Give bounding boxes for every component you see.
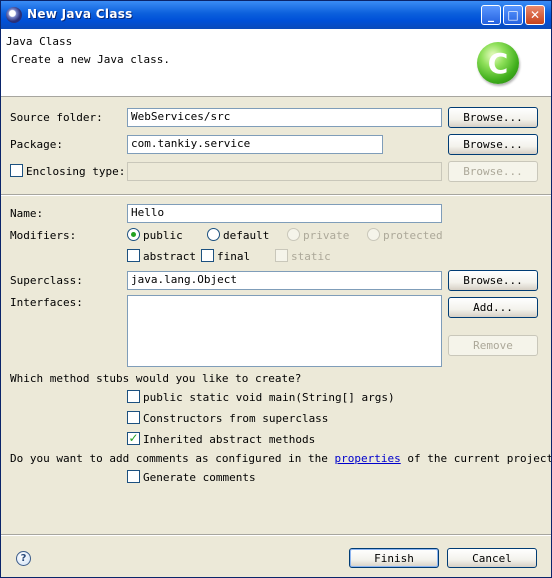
superclass-input[interactable]: java.lang.Object [127,271,442,290]
window-title: New Java Class [27,7,133,21]
abstract-checkbox[interactable] [127,249,140,262]
source-folder-label: Source folder: [10,111,103,124]
constructors-checkbox[interactable] [127,411,140,424]
enclosing-type-checkbox[interactable] [10,164,23,177]
enclosing-type-label: Enclosing type: [26,165,126,178]
help-icon[interactable]: ? [16,551,31,566]
new-java-class-dialog: New Java Class _ □ ✕ Java Class Create a… [0,0,552,578]
private-radio [287,228,300,241]
cancel-button[interactable]: Cancel [447,548,537,568]
main-method-label: public static void main(String[] args) [143,391,395,404]
footer-separator [1,534,551,536]
interfaces-list[interactable] [127,295,442,367]
enclosing-type-browse-button: Browse... [448,161,538,182]
static-checkbox [275,249,288,262]
default-radio[interactable] [207,228,220,241]
interfaces-label: Interfaces: [10,296,83,309]
check-mark-icon: ✓ [128,431,139,445]
static-label: static [291,250,331,263]
inherited-abstract-checkbox[interactable]: ✓ [127,431,140,445]
package-label: Package: [10,138,63,151]
name-label: Name: [10,207,44,220]
source-folder-browse-button[interactable]: Browse... [448,107,538,128]
wizard-description: Create a new Java class. [11,53,170,66]
enclosing-type-input [127,162,442,181]
protected-radio [367,228,380,241]
protected-label: protected [383,229,443,242]
final-checkbox[interactable] [201,249,214,262]
name-input[interactable]: Hello [127,204,442,223]
generate-comments-label: Generate comments [143,471,256,484]
private-label: private [303,229,350,242]
main-method-checkbox[interactable] [127,390,140,403]
java-class-logo-icon: C [477,42,519,84]
remove-interface-button: Remove [448,335,538,356]
comments-question: Do you want to add comments as configure… [10,452,552,465]
wizard-title: Java Class [6,35,73,48]
public-label: public [143,229,183,242]
properties-link[interactable]: properties [335,452,401,465]
eclipse-icon [6,7,22,23]
comments-question-tail: of the current project? [400,452,552,465]
superclass-browse-button[interactable]: Browse... [448,270,538,291]
method-stubs-question: Which method stubs would you like to cre… [10,372,302,385]
maximize-button[interactable]: □ [503,5,523,25]
comments-question-text: Do you want to add comments as configure… [10,452,335,465]
wizard-header: Java Class Create a new Java class. C [1,29,551,97]
radio-selected-dot [131,232,136,237]
final-label: final [217,250,251,263]
separator [1,194,551,196]
source-folder-input[interactable]: WebServices/src [127,108,442,127]
package-input[interactable]: com.tankiy.service [127,135,383,154]
generate-comments-checkbox[interactable] [127,470,140,483]
superclass-label: Superclass: [10,274,83,287]
inherited-abstract-label: Inherited abstract methods [143,433,316,446]
close-button[interactable]: ✕ [525,5,545,25]
constructors-label: Constructors from superclass [143,412,329,425]
minimize-button[interactable]: _ [481,5,501,25]
finish-button[interactable]: Finish [349,548,439,568]
add-interface-button[interactable]: Add... [448,297,538,318]
public-radio[interactable] [127,228,140,241]
title-bar[interactable]: New Java Class _ □ ✕ [1,1,551,29]
abstract-label: abstract [143,250,196,263]
default-label: default [223,229,270,242]
modifiers-label: Modifiers: [10,229,77,242]
package-browse-button[interactable]: Browse... [448,134,538,155]
